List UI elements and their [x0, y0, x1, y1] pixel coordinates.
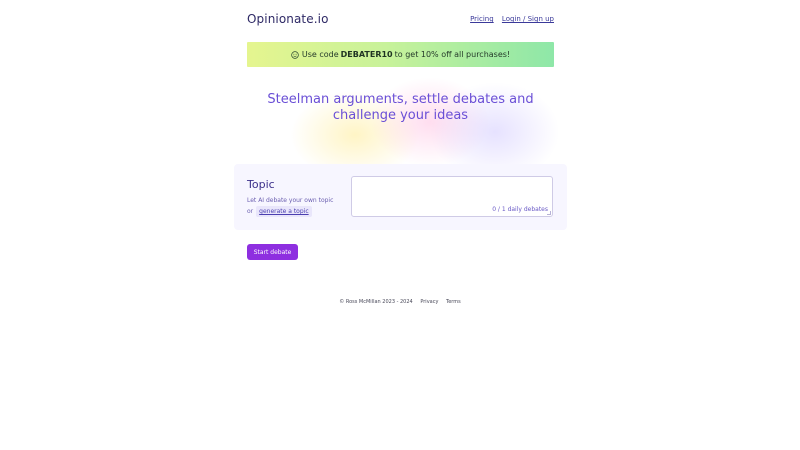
topic-input[interactable]: 0 / 1 daily debates — [351, 176, 553, 217]
topic-desc-or: or — [247, 208, 254, 215]
footer: © Ross McMillan 2023 - 2024 Privacy Term… — [0, 299, 800, 305]
footer-privacy-link[interactable]: Privacy — [420, 299, 438, 305]
resize-handle-icon[interactable] — [547, 211, 551, 215]
promo-suffix: to get 10% off all purchases! — [394, 50, 511, 59]
daily-debates-counter: 0 / 1 daily debates — [492, 206, 548, 213]
promo-prefix: Use code — [301, 50, 339, 59]
nav-login-signup-link[interactable]: Login / Sign up — [502, 15, 554, 23]
promo-code: DEBATER10 — [340, 50, 393, 59]
topic-desc-line: Let AI debate your own topic — [247, 197, 334, 204]
start-debate-button[interactable]: Start debate — [247, 244, 298, 260]
topic-title: Topic — [247, 178, 275, 191]
header: Opinionate.io Pricing Login / Sign up — [247, 12, 554, 28]
footer-copyright: © Ross McMillan 2023 - 2024 — [339, 299, 413, 305]
hero-headline: Steelman arguments, settle debates and c… — [267, 92, 534, 123]
smiley-icon — [291, 50, 299, 59]
topic-description: Let AI debate your own topic or generate … — [247, 195, 333, 217]
footer-terms-link[interactable]: Terms — [446, 299, 461, 305]
generate-topic-button[interactable]: generate a topic — [256, 206, 312, 217]
top-nav: Pricing Login / Sign up — [464, 15, 554, 23]
promo-banner: Use code DEBATER10 to get 10% off all pu… — [247, 42, 554, 67]
brand-logo-text[interactable]: Opinionate.io — [247, 12, 329, 26]
nav-pricing-link[interactable]: Pricing — [470, 15, 494, 23]
topic-desc-line-2: or generate a topic — [247, 206, 333, 217]
topic-panel: Topic Let AI debate your own topic or gen… — [234, 164, 567, 230]
